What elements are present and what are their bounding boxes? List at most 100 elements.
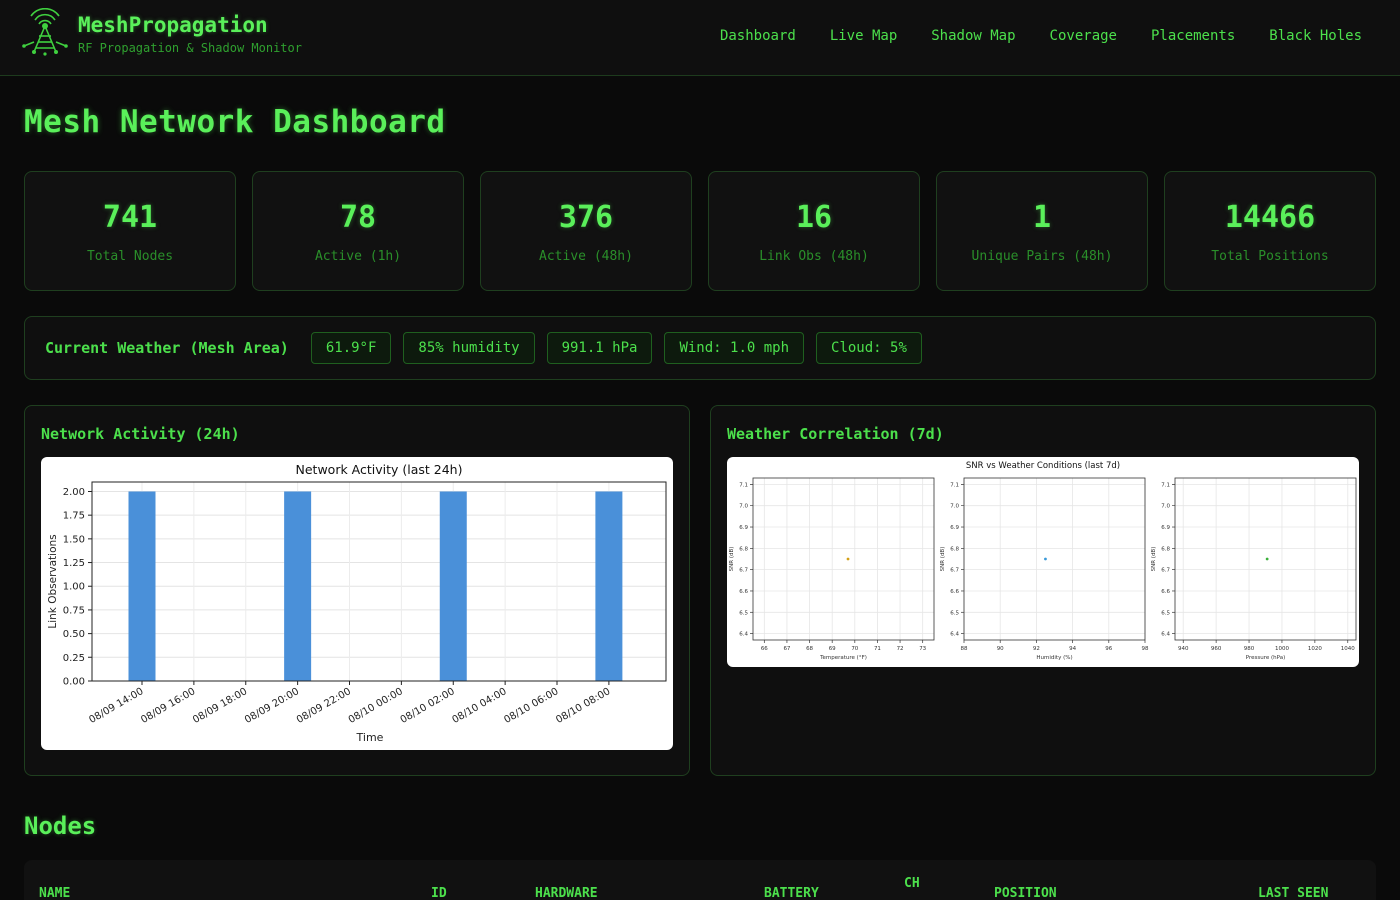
antenna-tower-icon[interactable] bbox=[22, 8, 68, 56]
chart-title: SNR vs Weather Conditions (last 7d) bbox=[966, 461, 1120, 471]
stat-value: 78 bbox=[339, 200, 377, 235]
stat-value: 376 bbox=[558, 200, 614, 235]
y-tick-label: 0.00 bbox=[63, 677, 85, 688]
x-tick-label: 98 bbox=[1142, 646, 1149, 652]
x-tick-label: 960 bbox=[1211, 646, 1222, 652]
stat-label: Active (48h) bbox=[539, 249, 633, 264]
x-axis-label: Pressure (hPa) bbox=[1246, 655, 1285, 661]
y-tick-label: 6.4 bbox=[1161, 632, 1170, 638]
activity-chart: Network Activity (last 24h) 0.00 0.25 0.50 0… bbox=[47, 462, 667, 744]
nav-black-holes[interactable]: Black Holes bbox=[1269, 28, 1362, 44]
col-header-id[interactable]: ID bbox=[431, 886, 447, 900]
y-tick-label: 0.50 bbox=[63, 629, 85, 640]
plot-frame bbox=[963, 477, 1146, 641]
x-tick-label: 08/10 04:00 bbox=[450, 686, 508, 726]
weather-cloud: Cloud: 5% bbox=[816, 332, 922, 364]
top-header: MeshPropagation RF Propagation & Shadow … bbox=[0, 0, 1400, 76]
x-tick-label: 71 bbox=[874, 646, 881, 652]
y-axis-label: Link Observations bbox=[47, 534, 59, 628]
y-tick-label: 6.7 bbox=[1161, 568, 1170, 574]
x-tick-label: 1000 bbox=[1275, 646, 1289, 652]
y-tick-label: 1.50 bbox=[63, 534, 85, 545]
y-tick-label: 6.9 bbox=[1161, 525, 1170, 531]
y-axis-label: SNR (dB) bbox=[729, 547, 735, 572]
x-tick-label: 08/10 08:00 bbox=[554, 686, 612, 726]
y-tick-label: 6.8 bbox=[1161, 546, 1170, 552]
scatter-subplot: 6.4 6.5 6.6 6.7 6.8 6.9 7.0 7.1 940 960 980 1000 102… bbox=[1151, 477, 1357, 661]
y-tick-label: 7.1 bbox=[1161, 482, 1170, 488]
x-tick-label: 72 bbox=[897, 646, 904, 652]
bar bbox=[595, 491, 623, 681]
nav-dashboard[interactable]: Dashboard bbox=[720, 28, 796, 44]
weather-temperature: 61.9°F bbox=[310, 332, 392, 364]
x-tick-label: 1020 bbox=[1308, 646, 1322, 652]
y-tick-label: 1.00 bbox=[63, 582, 85, 593]
x-tick-label: 66 bbox=[761, 646, 768, 652]
main-nav: Dashboard Live Map Shadow Map Coverage P… bbox=[720, 28, 1362, 44]
x-tick-label: 940 bbox=[1178, 646, 1189, 652]
y-axis-label: SNR (dB) bbox=[940, 547, 946, 572]
y-tick-label: 6.6 bbox=[739, 589, 748, 595]
y-tick-label: 6.4 bbox=[739, 632, 748, 638]
chart-title: Network Activity (last 24h) bbox=[296, 462, 463, 477]
stat-value: 14466 bbox=[1224, 200, 1316, 235]
col-header-ch[interactable]: Ch bbox=[904, 876, 920, 891]
stat-label: Total Positions bbox=[1211, 249, 1329, 264]
x-tick-label: 08/09 14:00 bbox=[87, 686, 145, 726]
y-tick-label: 6.7 bbox=[950, 568, 959, 574]
col-header-hardware[interactable]: Hardware bbox=[535, 886, 598, 900]
x-tick-label: 08/09 22:00 bbox=[295, 686, 353, 726]
col-header-battery[interactable]: Battery bbox=[764, 886, 819, 900]
y-tick-label: 7.0 bbox=[950, 504, 959, 510]
weather-humidity: 85% humidity bbox=[403, 332, 535, 364]
y-tick-label: 6.7 bbox=[739, 568, 748, 574]
weather-wind: Wind: 1.0 mph bbox=[664, 332, 805, 364]
weather-bar: Current Weather (Mesh Area) 61.9°F 85% h… bbox=[24, 316, 1376, 380]
stat-card-total-nodes: 741 Total Nodes bbox=[24, 171, 236, 291]
scatter-point bbox=[846, 557, 850, 561]
weather-chart: SNR vs Weather Conditions (last 7d) 6.4 6.… bbox=[729, 461, 1357, 661]
x-tick-label: 73 bbox=[919, 646, 926, 652]
col-header-position[interactable]: Position bbox=[994, 886, 1057, 900]
y-tick-label: 7.1 bbox=[950, 482, 959, 488]
x-tick-label: 90 bbox=[997, 646, 1004, 652]
y-tick-label: 6.6 bbox=[950, 589, 959, 595]
nav-placements[interactable]: Placements bbox=[1151, 28, 1235, 44]
scatter-point bbox=[1044, 557, 1047, 561]
x-tick-label: 92 bbox=[1033, 646, 1040, 652]
plot-frame bbox=[752, 477, 935, 641]
x-axis-label: Humidity (%) bbox=[1036, 655, 1072, 661]
stat-card-unique-pairs: 1 Unique Pairs (48h) bbox=[936, 171, 1148, 291]
stat-value: 1 bbox=[1032, 200, 1052, 235]
app-subtitle: RF Propagation & Shadow Monitor bbox=[78, 41, 302, 55]
y-tick-label: 6.8 bbox=[739, 546, 748, 552]
x-tick-label: 68 bbox=[806, 646, 813, 652]
panel-title: Network Activity (24h) bbox=[41, 425, 240, 443]
y-tick-label: 6.5 bbox=[1161, 610, 1170, 616]
nav-shadow-map[interactable]: Shadow Map bbox=[931, 28, 1015, 44]
x-tick-label: 08/10 00:00 bbox=[347, 686, 405, 726]
col-header-last-seen[interactable]: Last Seen bbox=[1258, 886, 1328, 900]
col-header-name[interactable]: Name bbox=[39, 886, 70, 900]
y-tick-label: 6.8 bbox=[950, 546, 959, 552]
x-tick-label: 96 bbox=[1105, 646, 1112, 652]
nav-coverage[interactable]: Coverage bbox=[1050, 28, 1117, 44]
scatter-subplot: 6.4 6.5 6.6 6.7 6.8 6.9 7.0 7.1 88 90 92 94 96 98 Humi… bbox=[940, 477, 1149, 661]
x-tick-label: 980 bbox=[1244, 646, 1255, 652]
nodes-table: Name ID Hardware Battery Ch Position Las… bbox=[24, 860, 1376, 900]
x-tick-label: 69 bbox=[829, 646, 836, 652]
y-axis-label: SNR (dB) bbox=[1151, 547, 1157, 572]
stat-card-total-positions: 14466 Total Positions bbox=[1164, 171, 1376, 291]
x-tick-label: 08/10 06:00 bbox=[502, 686, 560, 726]
app-title[interactable]: MeshPropagation bbox=[78, 13, 268, 37]
x-tick-label: 88 bbox=[961, 646, 968, 652]
stat-label: Active (1h) bbox=[314, 249, 402, 264]
x-tick-label: 67 bbox=[783, 646, 790, 652]
y-tick-label: 1.75 bbox=[63, 511, 85, 522]
nav-live-map[interactable]: Live Map bbox=[830, 28, 897, 44]
x-tick-label: 08/09 16:00 bbox=[139, 686, 197, 726]
bar bbox=[439, 491, 467, 681]
x-axis-label: Temperature (°F) bbox=[819, 655, 867, 661]
weather-label: Current Weather (Mesh Area) bbox=[45, 339, 289, 357]
network-activity-panel: Network Activity (24h) Network Activity … bbox=[24, 405, 690, 776]
